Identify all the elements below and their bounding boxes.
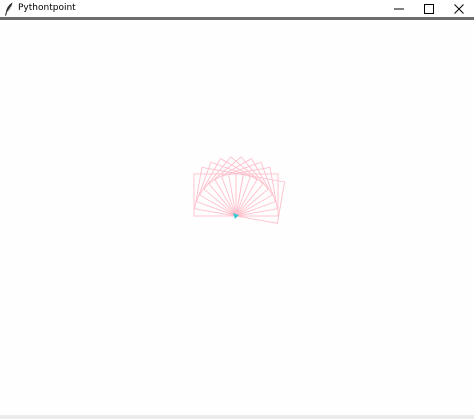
close-button[interactable] [444,0,474,17]
title-bar[interactable]: Pythontpoint [0,0,474,17]
window-title: Pythontpoint [18,3,76,13]
minimize-icon [394,0,404,18]
caption-buttons [384,0,474,17]
maximize-icon [424,0,434,18]
turtle-canvas[interactable] [0,20,474,415]
app-window: Pythontpoint [0,0,474,419]
drawing-surface [193,156,286,224]
close-icon [454,0,464,18]
feather-icon [3,2,15,16]
maximize-button[interactable] [414,0,444,17]
minimize-button[interactable] [384,0,414,17]
window-bottom-border [0,415,474,419]
